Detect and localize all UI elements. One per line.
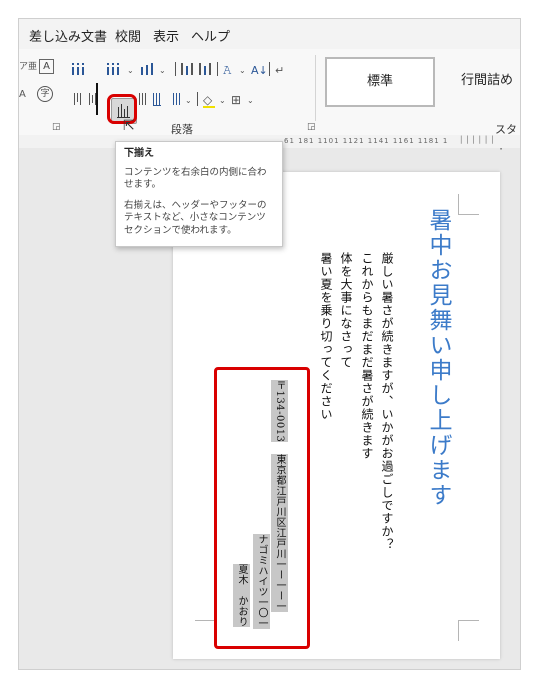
menu-bar: 差し込み文書 校閲 表示 ヘルプ (19, 19, 520, 49)
sort-icon: A↓ (251, 64, 268, 77)
numbering-icon (107, 63, 119, 75)
svg-text:⌄: ⌄ (247, 96, 254, 105)
insertion-marker (96, 83, 98, 115)
character-border-icon[interactable]: A (39, 59, 54, 74)
text-direction-icon: 𝙰 (223, 63, 232, 77)
ribbon: ア亜 A A 字 ⌄ ⌄ 𝙰 ⌄ A↓ ↵ ⌄ ◇ ⌄ ⊞ ⌄ ⇱ ◲ 段落 ◲… (19, 49, 520, 152)
dropdown-icon: ⌄ (127, 66, 134, 75)
tooltip-description: コンテンツを右余白の内側に合わせます。 (124, 166, 267, 191)
menu-mailings[interactable]: 差し込み文書 (29, 26, 107, 45)
tooltip-title: 下揃え (124, 148, 154, 159)
body-line-2: これからもまだまだ暑さが続きます (360, 252, 374, 460)
bullets-icon (72, 63, 84, 75)
shading-icon: ◇ (203, 93, 213, 107)
margin-mark-top-right (458, 194, 479, 215)
show-formatting-icon: ↵ (275, 64, 284, 77)
menu-view[interactable]: 表示 (153, 26, 179, 45)
increase-indent-icon (199, 63, 211, 75)
character-shading-icon[interactable]: A (19, 87, 26, 103)
line-spacing-icon (173, 93, 180, 105)
word-window: 差し込み文書 校閲 表示 ヘルプ ア亜 A A 字 ⌄ ⌄ 𝙰 ⌄ A↓ ↵ ⌄… (18, 18, 521, 670)
svg-text:⌄: ⌄ (159, 66, 166, 75)
svg-text:⌄: ⌄ (219, 96, 226, 105)
align-justify-icon (153, 93, 161, 106)
align-bottom-tooltip: 下揃え コンテンツを右余白の内側に合わせます。 右揃えは、ヘッダーやフッターのテ… (115, 141, 283, 247)
svg-text:⌄: ⌄ (185, 96, 192, 105)
font-dialog-launcher-icon[interactable]: ◲ (52, 122, 61, 132)
align-top-icon (74, 93, 81, 105)
group-divider (315, 55, 316, 121)
phonetic-guide-icon[interactable]: ア亜 (19, 59, 37, 75)
menu-help[interactable]: ヘルプ (191, 26, 230, 45)
style-no-spacing[interactable]: 行間詰め (433, 57, 520, 105)
body-line-4: 暑い夏を乗り切ってください (319, 252, 333, 421)
body-line-1: 厳しい暑さが続きますが、いかがお過ごしですか？ (380, 252, 394, 551)
tooltip-detail: 右揃えは、ヘッダーやフッターのテキストなど、小さなコンテンツ セクションで使われ… (124, 199, 267, 236)
body-line-3: 体を大事になさって (339, 252, 353, 369)
ruler-numbers: 61 181 1101 1121 1141 1161 1181 1 (284, 137, 449, 145)
svg-text:⌄: ⌄ (239, 66, 246, 75)
paragraph-bottom-row: ⌄ ◇ ⌄ ⊞ ⌄ (74, 92, 254, 108)
align-middle-icon (89, 93, 96, 105)
paragraph-top-row: ⌄ ⌄ 𝙰 ⌄ A↓ ↵ (72, 62, 284, 77)
margin-mark-bottom-left (195, 620, 216, 641)
margin-mark-bottom-right (458, 620, 479, 641)
mouse-pointer-icon: ⇱ (123, 118, 135, 134)
decrease-indent-icon (181, 63, 193, 75)
align-distribute-icon (139, 93, 146, 105)
menu-review[interactable]: 校閲 (115, 26, 141, 45)
address-highlight-box (214, 367, 310, 649)
style-normal[interactable]: 標準 (325, 57, 435, 107)
paragraph-dialog-launcher-icon[interactable]: ◲ (307, 122, 316, 132)
multilevel-list-icon (141, 63, 153, 75)
greeting-title: 暑中お見舞い申し上げます (425, 208, 451, 508)
enclose-characters-icon[interactable]: 字 (37, 86, 53, 102)
borders-icon: ⊞ (231, 93, 241, 107)
